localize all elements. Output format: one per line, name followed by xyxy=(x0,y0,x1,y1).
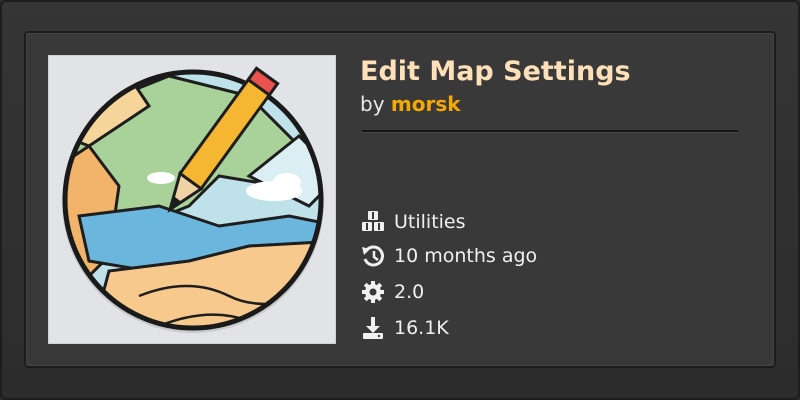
version-text: 2.0 xyxy=(394,281,425,303)
gear-icon xyxy=(360,279,386,305)
updated-row: 10 months ago xyxy=(360,241,537,271)
download-icon xyxy=(360,315,386,341)
author-link[interactable]: morsk xyxy=(391,92,461,116)
mod-title[interactable]: Edit Map Settings xyxy=(360,54,631,90)
by-label: by xyxy=(360,92,385,116)
map-pencil-illustration xyxy=(62,66,324,333)
history-icon xyxy=(360,243,386,269)
mod-thumbnail[interactable] xyxy=(48,55,336,344)
version-row: 2.0 xyxy=(360,277,424,307)
updated-text: 10 months ago xyxy=(394,245,538,267)
byline: by morsk xyxy=(360,90,461,118)
category-row: Utilities xyxy=(360,207,466,237)
cubes-icon xyxy=(360,209,386,235)
divider xyxy=(362,130,738,133)
downloads-row: 16.1K xyxy=(360,313,449,343)
downloads-text: 16.1K xyxy=(394,317,449,339)
category-text: Utilities xyxy=(394,211,466,233)
